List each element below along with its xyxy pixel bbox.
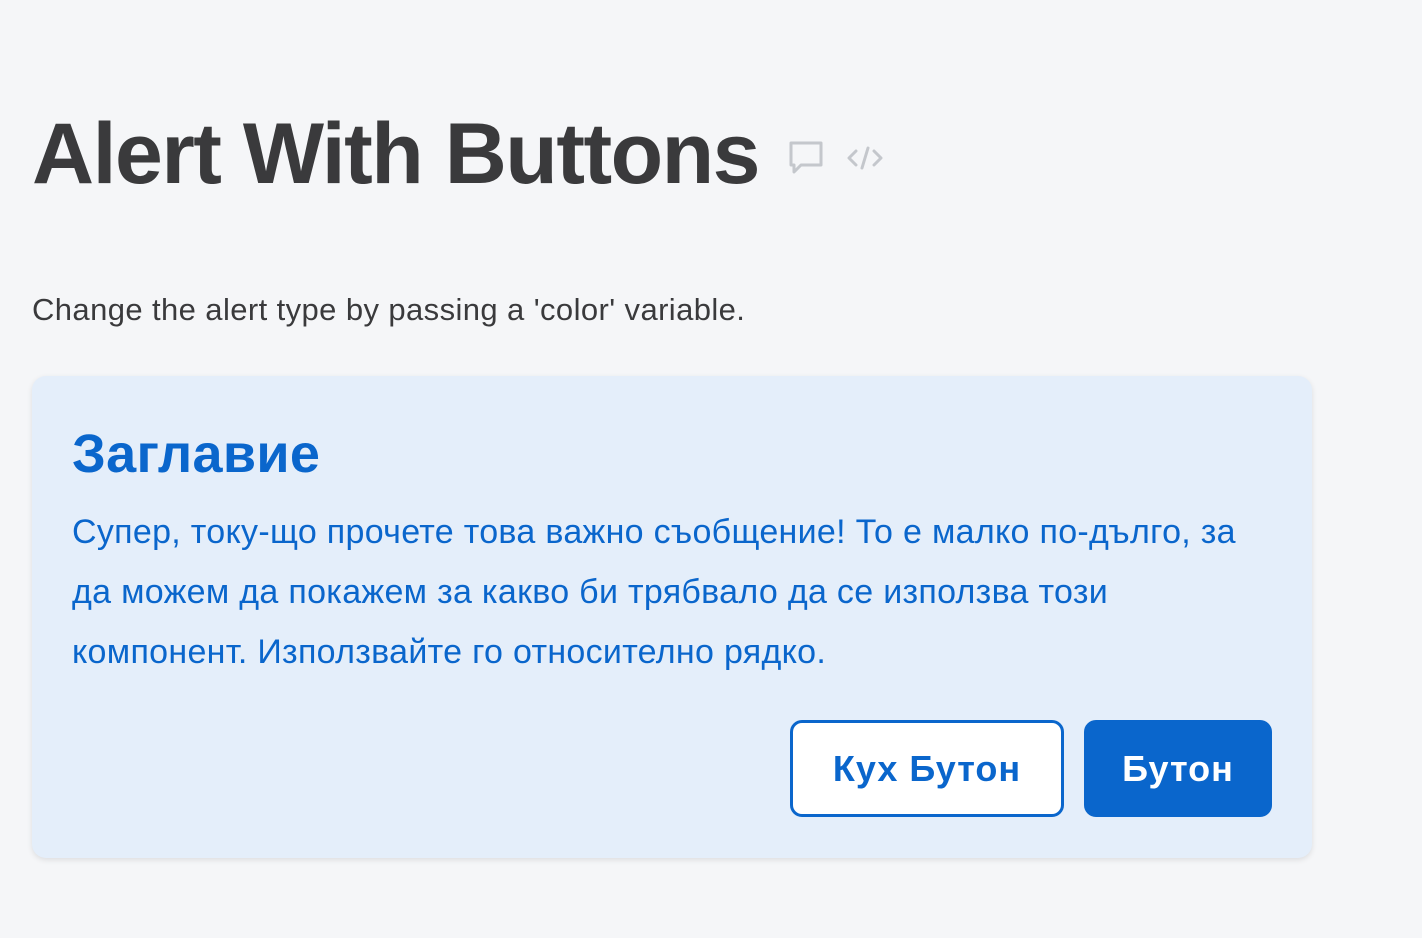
alert-title: Заглавие [72,424,321,484]
alert-info: Заглавие Супер, току-що прочете това важ… [32,376,1312,858]
alert-message: Супер, току-що прочете това важно съобще… [72,513,1236,671]
hollow-button[interactable]: Кух Бутон [790,720,1064,817]
alert-actions: Кух Бутон Бутон [790,720,1272,817]
page-header: Alert With Buttons [32,104,883,204]
code-icon[interactable] [847,144,883,172]
page-description: Change the alert type by passing a 'colo… [32,292,746,327]
comment-icon[interactable] [787,139,825,177]
primary-button[interactable]: Бутон [1084,720,1272,817]
page-title: Alert With Buttons [32,106,761,202]
